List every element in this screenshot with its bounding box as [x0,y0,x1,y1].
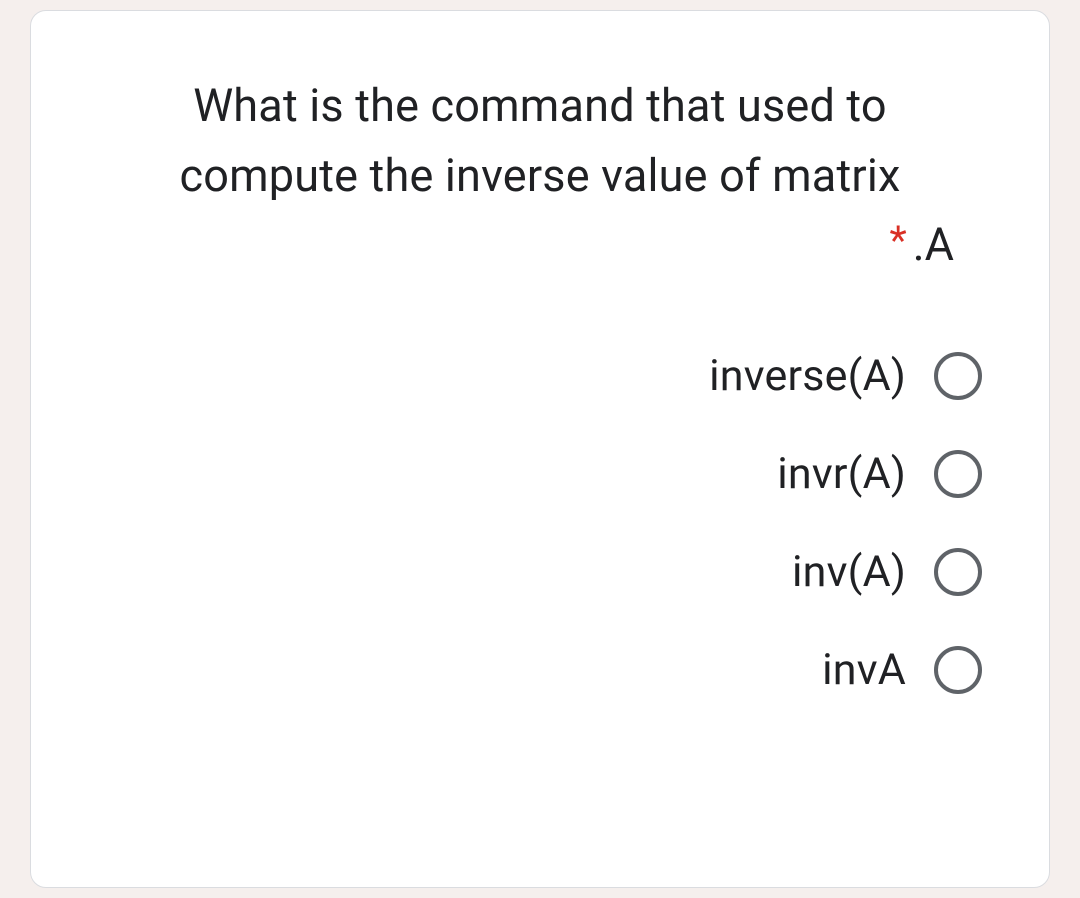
required-asterisk: * [890,217,907,264]
option-label: invr(A) [777,449,906,499]
question-text-line1: What is the command that used to [86,71,994,141]
question-suffix-line: *.A [86,217,994,271]
question-card: What is the command that used to compute… [30,10,1050,888]
radio-icon[interactable] [934,548,982,596]
question-suffix: .A [913,218,954,271]
option-label: inverse(A) [709,351,906,401]
options-group: inverse(A) invr(A) inv(A) invA [86,351,994,695]
option-inv-a[interactable]: inv(A) [792,547,982,597]
option-inverse-a[interactable]: inverse(A) [709,351,982,401]
question-block: What is the command that used to compute… [86,71,994,271]
radio-icon[interactable] [934,450,982,498]
option-invr-a[interactable]: invr(A) [777,449,982,499]
question-text-line2: compute the inverse value of matrix [86,141,994,211]
option-label: inv(A) [792,547,906,597]
option-label: invA [822,645,906,695]
radio-icon[interactable] [934,646,982,694]
option-inva[interactable]: invA [822,645,982,695]
radio-icon[interactable] [934,352,982,400]
